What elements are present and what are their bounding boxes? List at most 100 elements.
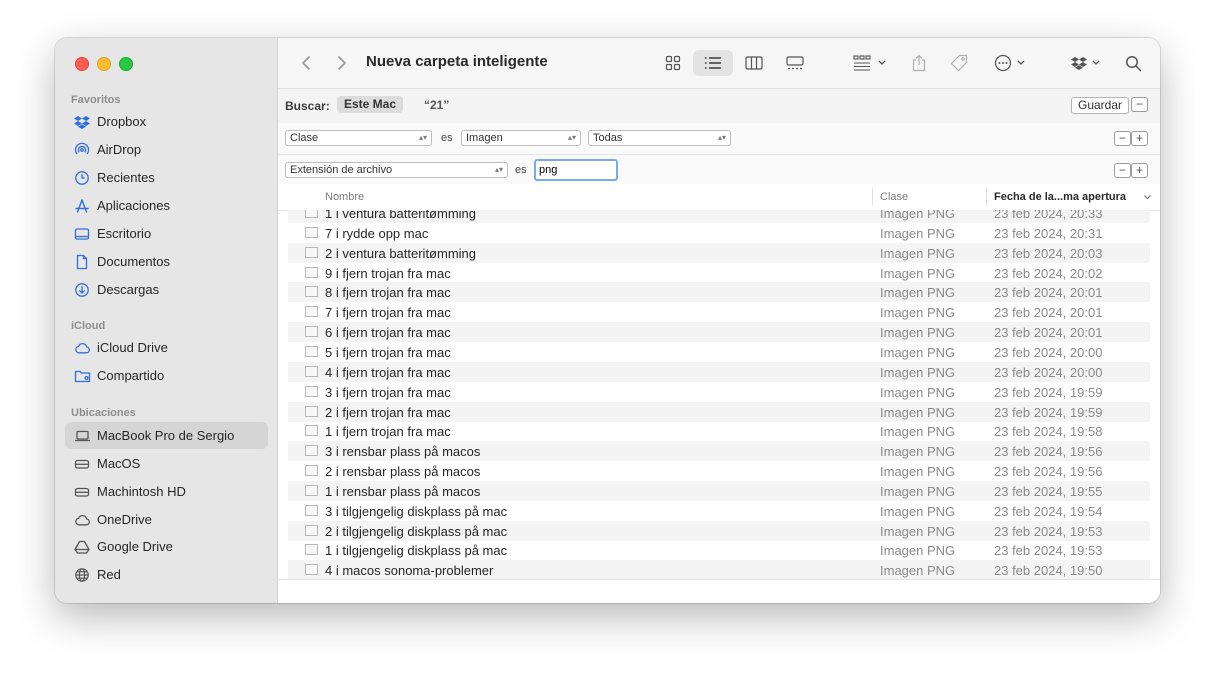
rule-operator: es xyxy=(441,132,453,144)
add-rule-button[interactable]: + xyxy=(1131,163,1148,178)
table-row[interactable]: 2 i rensbar plass på macos Imagen PNG 23 f… xyxy=(288,461,1150,481)
table-row[interactable]: 2 i ventura batteritømming Imagen PNG 23 f… xyxy=(288,242,1150,263)
sidebar-item-onedrive[interactable]: OneDrive xyxy=(65,506,268,533)
table-row[interactable]: 1 i rensbar plass på macos Imagen PNG 23 f… xyxy=(288,480,1150,501)
sidebar-item-macbook[interactable]: MacBook Pro de Sergio xyxy=(65,422,268,449)
sidebar-item-machintosh-hd[interactable]: Machintosh HD xyxy=(65,478,268,505)
zoom-button[interactable] xyxy=(119,57,133,71)
sidebar-item-escritorio[interactable]: Escritorio xyxy=(65,220,268,247)
column-header-kind[interactable]: Clase xyxy=(880,191,908,203)
grid-icon xyxy=(665,55,681,71)
select-value: Clase xyxy=(290,132,319,144)
table-row[interactable]: 3 i rensbar plass på macos Imagen PNG 23 f… xyxy=(288,441,1150,462)
table-row[interactable]: 1 i fjern trojan fra mac Imagen PNG 23 feb… xyxy=(288,421,1150,441)
add-rule-button[interactable]: + xyxy=(1131,131,1148,146)
table-row[interactable]: 3 i fjern trojan fra mac Imagen PNG 23 feb… xyxy=(288,382,1150,402)
file-kind: Imagen PNG xyxy=(880,483,956,499)
table-row[interactable]: 3 i tilgjengelig diskplass på mac Imagen … xyxy=(288,501,1150,521)
table-header: Nombre Clase Fecha de la...ma apertura xyxy=(278,184,1160,211)
sidebar-item-dropbox[interactable]: Dropbox xyxy=(65,108,268,135)
sidebar-item-label: Machintosh HD xyxy=(97,484,186,499)
more-actions-button[interactable] xyxy=(988,50,1032,76)
sidebar-item-documentos[interactable]: Documentos xyxy=(65,248,268,275)
table-row[interactable]: 1 i tilgjengelig diskplass på mac Imagen … xyxy=(288,540,1150,560)
table-row[interactable]: 2 i tilgjengelig diskplass på mac Imagen … xyxy=(288,520,1150,541)
file-name: 4 i macos sonoma-problemer xyxy=(325,563,494,579)
png-file-icon xyxy=(305,544,318,556)
png-file-icon xyxy=(305,524,318,536)
table-row[interactable]: 1 i ventura batteritømming Imagen PNG 23 f… xyxy=(288,210,1150,223)
file-name: 2 i fjern trojan fra mac xyxy=(325,404,451,420)
sidebar-section-locations: Ubicaciones xyxy=(71,407,136,419)
png-file-icon xyxy=(305,484,318,496)
sidebar-item-recientes[interactable]: Recientes xyxy=(65,164,268,191)
column-header-date[interactable]: Fecha de la...ma apertura xyxy=(994,191,1126,203)
table-row[interactable]: 6 i fjern trojan fra mac Imagen PNG 23 feb… xyxy=(288,322,1150,343)
group-icon xyxy=(853,55,871,71)
sidebar-item-label: Compartido xyxy=(97,368,165,383)
png-file-icon xyxy=(305,365,318,377)
sidebar-item-compartido[interactable]: Compartido xyxy=(65,362,268,389)
sidebar-item-red[interactable]: Red xyxy=(65,561,268,588)
minimize-button[interactable] xyxy=(97,57,111,71)
sidebar-item-macos[interactable]: MacOS xyxy=(65,450,268,477)
table-row[interactable]: 7 i fjern trojan fra mac Imagen PNG 23 feb… xyxy=(288,302,1150,322)
table-row[interactable]: 7 i rydde opp mac Imagen PNG 23 feb 2024, … xyxy=(288,223,1150,243)
file-name: 3 i rensbar plass på macos xyxy=(325,444,481,460)
rule-extra-select[interactable]: Todas ▴▾ xyxy=(588,130,731,146)
shared-folder-icon xyxy=(73,367,91,385)
select-value: Imagen xyxy=(466,132,503,144)
sidebar-item-icloud-drive[interactable]: iCloud Drive xyxy=(65,334,268,361)
rule-attribute-select[interactable]: Clase ▴▾ xyxy=(285,130,432,146)
sidebar-item-descargas[interactable]: Descargas xyxy=(65,276,268,303)
back-button[interactable] xyxy=(296,53,316,73)
sidebar-item-airdrop[interactable]: AirDrop xyxy=(65,136,268,163)
png-file-icon xyxy=(305,306,318,318)
sidebar-item-google-drive[interactable]: Google Drive xyxy=(65,533,268,560)
table-row[interactable]: 5 i fjern trojan fra mac Imagen PNG 23 feb… xyxy=(288,342,1150,362)
chevron-left-icon xyxy=(302,56,310,70)
png-file-icon xyxy=(305,465,318,477)
search-scope-bar: Buscar: Este Mac “21” Guardar − xyxy=(278,88,1160,124)
file-kind: Imagen PNG xyxy=(880,543,956,559)
table-row[interactable]: 2 i fjern trojan fra mac Imagen PNG 23 feb… xyxy=(288,401,1150,422)
save-button[interactable]: Guardar xyxy=(1071,97,1130,114)
png-file-icon xyxy=(305,266,318,278)
share-button[interactable] xyxy=(906,50,932,76)
disk-icon xyxy=(73,455,91,473)
file-kind: Imagen PNG xyxy=(880,364,956,380)
table-row[interactable]: 4 i macos sonoma-problemer Imagen PNG 23 f… xyxy=(288,560,1150,579)
sidebar-item-label: OneDrive xyxy=(97,512,152,527)
main-area: Nueva carpeta inteligente Buscar: Este M… xyxy=(278,38,1160,603)
png-file-icon xyxy=(305,425,318,437)
file-name: 2 i tilgjengelig diskplass på mac xyxy=(325,523,508,539)
google-drive-icon xyxy=(73,538,91,556)
file-name: 1 i fjern trojan fra mac xyxy=(325,424,451,440)
png-file-icon xyxy=(305,246,318,258)
tag-button[interactable] xyxy=(946,50,972,76)
remove-rule-button[interactable]: − xyxy=(1114,163,1131,178)
rule-attribute-select[interactable]: Extensión de archivo ▴▾ xyxy=(285,162,508,178)
search-button[interactable] xyxy=(1120,50,1146,76)
extension-input[interactable] xyxy=(534,159,618,181)
close-button[interactable] xyxy=(75,57,89,71)
column-header-name[interactable]: Nombre xyxy=(325,191,364,203)
group-button[interactable] xyxy=(848,50,892,76)
sidebar-item-aplicaciones[interactable]: Aplicaciones xyxy=(65,192,268,219)
remove-rule-button[interactable]: − xyxy=(1114,131,1131,146)
gallery-view-button[interactable] xyxy=(781,50,809,76)
icon-view-button[interactable] xyxy=(660,50,686,76)
forward-button[interactable] xyxy=(332,53,352,73)
remove-search-button[interactable]: − xyxy=(1131,97,1148,112)
list-view-button[interactable] xyxy=(693,50,733,76)
column-view-button[interactable] xyxy=(741,50,767,76)
scope-search-term[interactable]: “21” xyxy=(424,98,449,112)
scope-this-mac[interactable]: Este Mac xyxy=(337,96,404,113)
table-row[interactable]: 9 i fjern trojan fra mac Imagen PNG 23 feb… xyxy=(288,263,1150,283)
table-row[interactable]: 8 i fjern trojan fra mac Imagen PNG 23 feb… xyxy=(288,282,1150,303)
table-row[interactable]: 4 i fjern trojan fra mac Imagen PNG 23 feb… xyxy=(288,361,1150,382)
list-icon xyxy=(704,57,722,69)
airdrop-icon xyxy=(73,141,91,159)
rule-value-select[interactable]: Imagen ▴▾ xyxy=(461,130,581,146)
dropbox-menu-button[interactable] xyxy=(1066,50,1106,76)
